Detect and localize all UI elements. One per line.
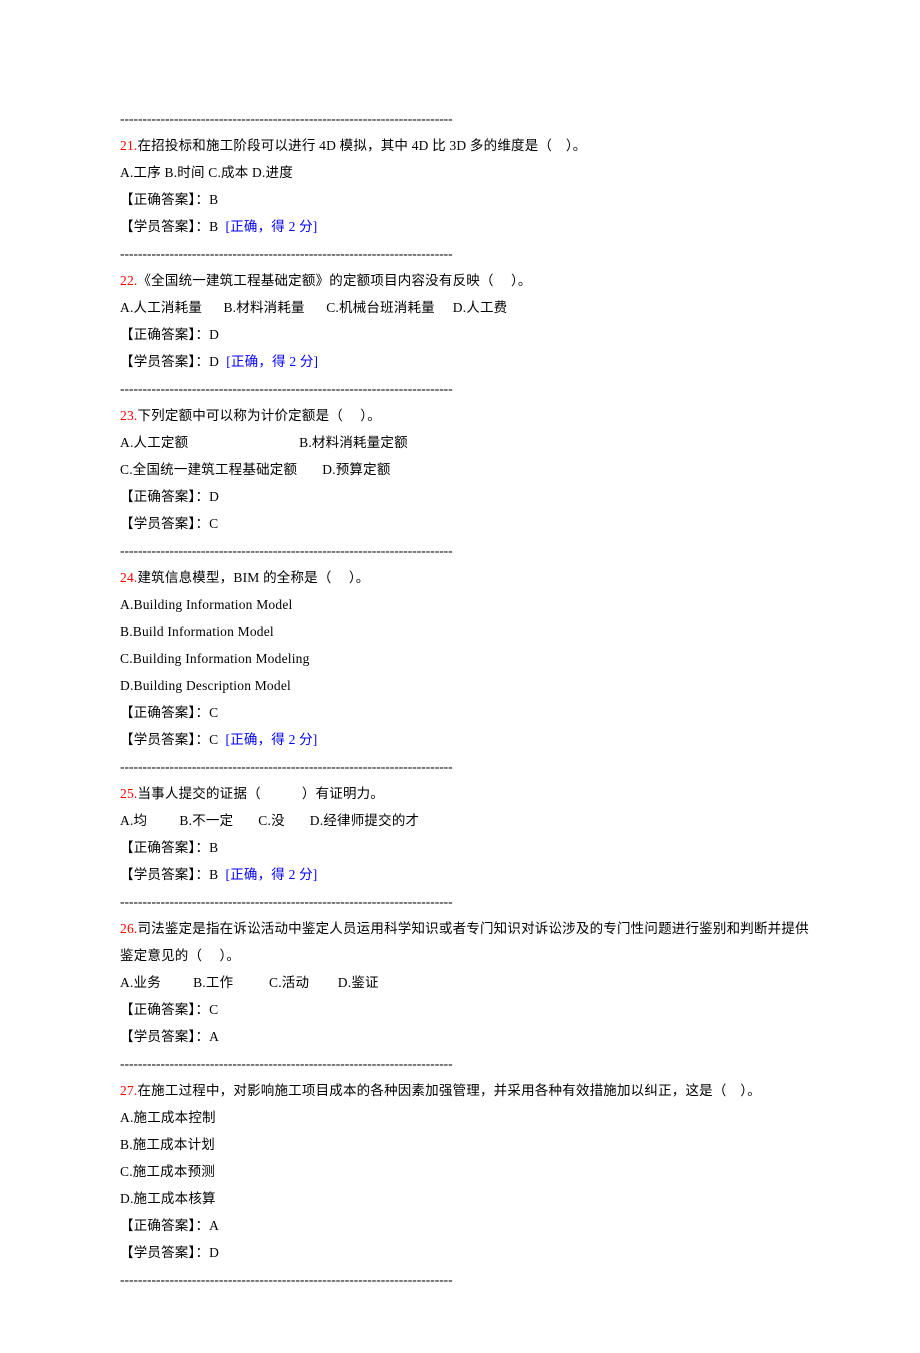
correct-answer: 【正确答案】：D <box>120 483 810 510</box>
student-answer: 【学员答案】：C [正确，得 2 分] <box>120 726 810 753</box>
correct-answer: 【正确答案】：B <box>120 834 810 861</box>
student-answer-text: 【学员答案】：D <box>120 354 226 369</box>
option-b: B.Build Information Model <box>120 618 810 645</box>
stem-text: 在招投标和施工阶段可以进行 4D 模拟，其中 4D 比 3D 多的维度是（ ）。 <box>137 138 586 153</box>
question-21-options: A.工序 B.时间 C.成本 D.进度 <box>120 159 810 186</box>
option-a: A.Building Information Model <box>120 591 810 618</box>
student-answer: 【学员答案】：B [正确，得 2 分] <box>120 213 810 240</box>
question-25-options: A.均 B.不一定 C.没 D.经律师提交的才 <box>120 807 810 834</box>
question-24-stem: 24.建筑信息模型，BIM 的全称是（ ）。 <box>120 564 810 591</box>
separator: ----------------------------------------… <box>120 537 810 564</box>
option-a: A.施工成本控制 <box>120 1104 810 1131</box>
feedback-text: [正确，得 2 分] <box>226 732 318 747</box>
question-22-options: A.人工消耗量 B.材料消耗量 C.机械台班消耗量 D.人工费 <box>120 294 810 321</box>
question-number: 22. <box>120 273 137 288</box>
separator: ----------------------------------------… <box>120 105 810 132</box>
separator: ----------------------------------------… <box>120 240 810 267</box>
student-answer-text: 【学员答案】：B <box>120 867 226 882</box>
option-b: B.施工成本计划 <box>120 1131 810 1158</box>
question-26-options: A.业务 B.工作 C.活动 D.鉴证 <box>120 969 810 996</box>
question-number: 25. <box>120 786 137 801</box>
question-23-stem: 23.下列定额中可以称为计价定额是（ ）。 <box>120 402 810 429</box>
student-answer-text: 【学员答案】：C <box>120 732 226 747</box>
question-26-stem: 26.司法鉴定是指在诉讼活动中鉴定人员运用科学知识或者专门知识对诉讼涉及的专门性… <box>120 915 810 969</box>
correct-answer: 【正确答案】：C <box>120 996 810 1023</box>
separator: ----------------------------------------… <box>120 888 810 915</box>
stem-text: 在施工过程中，对影响施工项目成本的各种因素加强管理，并采用各种有效措施加以纠正，… <box>137 1083 760 1098</box>
student-answer: 【学员答案】：D <box>120 1239 810 1266</box>
feedback-text: [正确，得 2 分] <box>226 354 318 369</box>
student-answer: 【学员答案】：B [正确，得 2 分] <box>120 861 810 888</box>
question-number: 23. <box>120 408 137 423</box>
feedback-text: [正确，得 2 分] <box>226 867 318 882</box>
option-d: D.Building Description Model <box>120 672 810 699</box>
question-21-stem: 21.在招投标和施工阶段可以进行 4D 模拟，其中 4D 比 3D 多的维度是（… <box>120 132 810 159</box>
question-27-stem: 27.在施工过程中，对影响施工项目成本的各种因素加强管理，并采用各种有效措施加以… <box>120 1077 810 1104</box>
student-answer: 【学员答案】：A <box>120 1023 810 1050</box>
question-22-stem: 22.《全国统一建筑工程基础定额》的定额项目内容没有反映（ ）。 <box>120 267 810 294</box>
separator: ----------------------------------------… <box>120 1050 810 1077</box>
stem-text: 建筑信息模型，BIM 的全称是（ ）。 <box>137 570 369 585</box>
student-answer-text: 【学员答案】：B <box>120 219 226 234</box>
question-23-options-line1: A.人工定额 B.材料消耗量定额 <box>120 429 810 456</box>
feedback-text: [正确，得 2 分] <box>226 219 318 234</box>
student-answer: 【学员答案】：D [正确，得 2 分] <box>120 348 810 375</box>
question-number: 24. <box>120 570 137 585</box>
option-c: C.Building Information Modeling <box>120 645 810 672</box>
question-number: 26. <box>120 921 137 936</box>
document-page: ----------------------------------------… <box>0 0 920 1353</box>
separator: ----------------------------------------… <box>120 753 810 780</box>
option-c: C.施工成本预测 <box>120 1158 810 1185</box>
question-25-stem: 25.当事人提交的证据（ ）有证明力。 <box>120 780 810 807</box>
separator: ----------------------------------------… <box>120 375 810 402</box>
question-number: 27. <box>120 1083 137 1098</box>
correct-answer: 【正确答案】：A <box>120 1212 810 1239</box>
question-number: 21. <box>120 138 137 153</box>
stem-text: 下列定额中可以称为计价定额是（ ）。 <box>137 408 380 423</box>
correct-answer: 【正确答案】：D <box>120 321 810 348</box>
stem-text: 当事人提交的证据（ ）有证明力。 <box>137 786 384 801</box>
correct-answer: 【正确答案】：B <box>120 186 810 213</box>
separator: ----------------------------------------… <box>120 1266 810 1293</box>
correct-answer: 【正确答案】：C <box>120 699 810 726</box>
option-d: D.施工成本核算 <box>120 1185 810 1212</box>
student-answer: 【学员答案】：C <box>120 510 810 537</box>
question-23-options-line2: C.全国统一建筑工程基础定额 D.预算定额 <box>120 456 810 483</box>
stem-text: 司法鉴定是指在诉讼活动中鉴定人员运用科学知识或者专门知识对诉讼涉及的专门性问题进… <box>120 921 809 963</box>
stem-text: 《全国统一建筑工程基础定额》的定额项目内容没有反映（ ）。 <box>137 273 531 288</box>
